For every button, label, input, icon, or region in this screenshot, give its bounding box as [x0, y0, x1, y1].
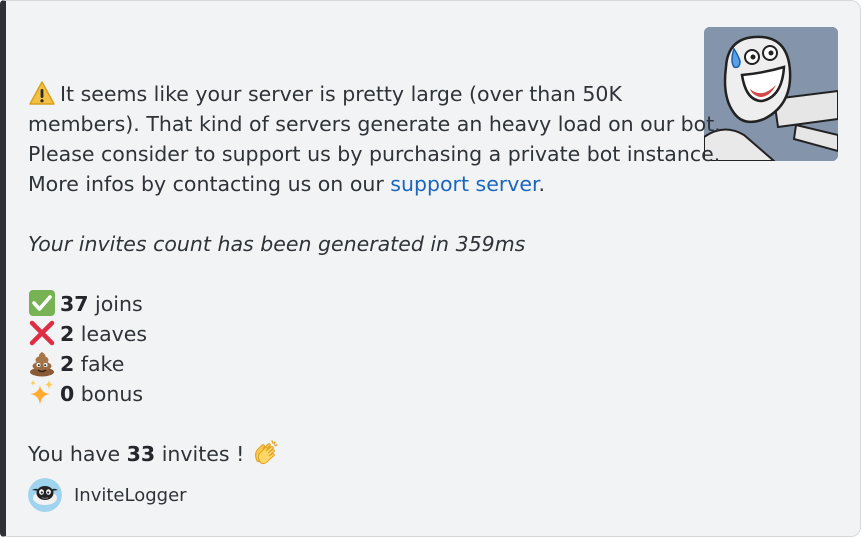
check-icon — [28, 289, 56, 317]
joins-count: 37 — [60, 292, 89, 316]
warning-line-4: More infos by contacting us on our suppo… — [28, 169, 688, 199]
invites-count: 33 — [126, 442, 156, 466]
clapping-hands-icon — [251, 439, 279, 467]
warning-text-4-suffix: . — [538, 172, 546, 196]
warning-text-4: More infos by contacting us on our — [28, 172, 391, 196]
leaves-label: leaves — [74, 322, 148, 346]
stat-fake: 2 fake — [28, 349, 688, 379]
timing-text: Your invites count has been generated in… — [28, 232, 526, 256]
embed-footer: InviteLogger — [28, 478, 187, 512]
poop-icon — [28, 349, 56, 377]
summary-prefix: You have — [28, 442, 127, 466]
bonus-label: bonus — [74, 382, 144, 406]
joins-label: joins — [88, 292, 143, 316]
fake-label: fake — [74, 352, 125, 376]
warning-line-3: Please consider to support us by purchas… — [28, 142, 721, 166]
support-server-link[interactable]: support server — [390, 172, 538, 196]
stat-bonus: 0 bonus — [28, 379, 688, 409]
invitelogger-avatar[interactable] — [28, 478, 62, 512]
thumbnail-image[interactable] — [704, 27, 838, 161]
cross-icon — [28, 319, 56, 347]
embed-description: It seems like your server is pretty larg… — [28, 79, 721, 469]
warning-line-2: members). That kind of servers generate … — [28, 112, 721, 136]
leaves-count: 2 — [60, 322, 75, 346]
warning-icon — [28, 79, 56, 107]
invites-summary: You have 33 invites ! — [28, 439, 688, 469]
sparkles-icon — [28, 379, 56, 407]
stat-leaves: 2 leaves — [28, 319, 688, 349]
fake-count: 2 — [60, 352, 75, 376]
stat-joins: 37 joins — [28, 289, 688, 319]
bonus-count: 0 — [60, 382, 75, 406]
summary-suffix: invites ! — [155, 442, 251, 466]
embed-card: It seems like your server is pretty larg… — [0, 0, 861, 537]
warning-text-1: It seems like your server is pretty larg… — [60, 82, 622, 106]
meme-face-icon — [704, 27, 838, 161]
footer-text: InviteLogger — [74, 484, 187, 506]
warning-line-1: It seems like your server is pretty larg… — [28, 79, 688, 109]
